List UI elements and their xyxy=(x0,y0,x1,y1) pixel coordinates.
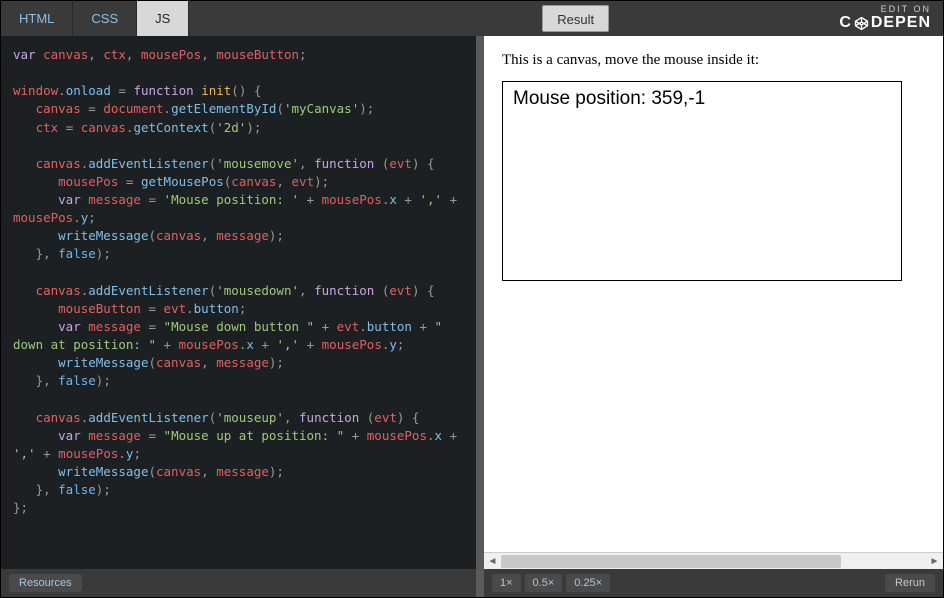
brand-area[interactable]: EDIT ON CDEPEN xyxy=(839,1,943,36)
scroll-left-icon[interactable]: ◄ xyxy=(484,553,501,570)
tab-js[interactable]: JS xyxy=(137,1,189,36)
editor-pane: var canvas, ctx, mousePos, mouseButton; … xyxy=(1,36,476,597)
app-frame: HTML CSS JS Result EDIT ON CDEPEN var ca… xyxy=(0,0,944,598)
result-iframe[interactable]: This is a canvas, move the mouse inside … xyxy=(484,36,943,552)
result-intro-text: This is a canvas, move the mouse inside … xyxy=(502,52,925,69)
zoom-025x-button[interactable]: 0.25× xyxy=(566,574,610,592)
resources-button[interactable]: Resources xyxy=(9,574,82,592)
tab-html[interactable]: HTML xyxy=(1,1,73,36)
scroll-track[interactable] xyxy=(501,553,926,569)
edit-on-label: EDIT ON xyxy=(839,5,931,15)
scroll-thumb[interactable] xyxy=(501,555,841,568)
result-button[interactable]: Result xyxy=(542,5,609,32)
code-editor[interactable]: var canvas, ctx, mousePos, mouseButton; … xyxy=(1,36,476,569)
tab-css[interactable]: CSS xyxy=(73,1,137,36)
rerun-button[interactable]: Rerun xyxy=(885,574,935,592)
pane-splitter[interactable] xyxy=(476,36,484,597)
scroll-right-icon[interactable]: ► xyxy=(926,553,943,570)
canvas-element[interactable]: Mouse position: 359,-1 xyxy=(502,81,902,281)
zoom-05x-button[interactable]: 0.5× xyxy=(525,574,563,592)
editor-tabs: HTML CSS JS xyxy=(1,1,189,36)
result-pane: This is a canvas, move the mouse inside … xyxy=(484,36,943,597)
codepen-logo: CDEPEN xyxy=(839,14,931,32)
cube-icon xyxy=(854,16,869,31)
editor-footer: Resources xyxy=(1,569,476,597)
result-footer: 1× 0.5× 0.25× Rerun xyxy=(484,569,943,597)
split-content: var canvas, ctx, mousePos, mouseButton; … xyxy=(1,36,943,597)
zoom-1x-button[interactable]: 1× xyxy=(492,574,521,592)
top-bar: HTML CSS JS Result EDIT ON CDEPEN xyxy=(1,1,943,36)
horizontal-scrollbar[interactable]: ◄ ► xyxy=(484,552,943,569)
